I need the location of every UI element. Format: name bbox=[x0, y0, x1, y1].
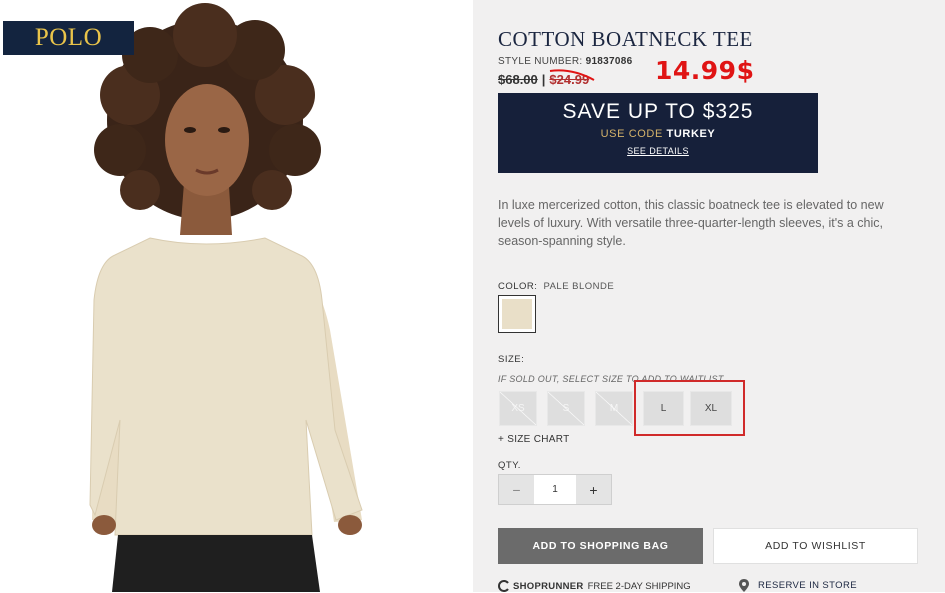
quantity-stepper: − 1 + bbox=[498, 474, 612, 505]
quantity-increase-button[interactable]: + bbox=[576, 475, 611, 504]
promo-code-line: USE CODE TURKEY bbox=[498, 128, 818, 140]
shoprunner-icon bbox=[498, 580, 509, 592]
reserve-in-store-link[interactable]: RESERVE IN STORE bbox=[738, 578, 857, 593]
face-shape bbox=[165, 84, 249, 196]
price-separator: | bbox=[541, 72, 546, 87]
color-swatch-fill bbox=[502, 299, 532, 329]
shoprunner-brand: SHOPRUNNER bbox=[513, 580, 584, 592]
product-photo: POLO bbox=[0, 0, 473, 592]
color-swatch-pale-blonde[interactable] bbox=[498, 295, 536, 333]
quantity-decrease-button[interactable]: − bbox=[499, 475, 534, 504]
color-label: COLOR: PALE BLONDE bbox=[498, 281, 614, 292]
product-description: In luxe mercerized cotton, this classic … bbox=[498, 198, 884, 248]
size-chart-link[interactable]: + SIZE CHART bbox=[498, 434, 570, 445]
promo-code: TURKEY bbox=[666, 128, 716, 140]
polo-logo: POLO bbox=[3, 21, 134, 55]
promo-headline: SAVE UP TO $325 bbox=[562, 100, 754, 123]
red-highlight-box bbox=[634, 380, 745, 436]
size-button-m[interactable]: M bbox=[595, 391, 633, 426]
original-price: $68.00 bbox=[498, 72, 538, 87]
color-label-text: COLOR: bbox=[498, 281, 538, 292]
quantity-input[interactable]: 1 bbox=[534, 475, 576, 504]
promo-banner: SAVE UP TO $325 USE CODE TURKEY SEE DETA… bbox=[498, 93, 818, 173]
color-value: PALE BLONDE bbox=[543, 281, 615, 292]
promo-code-label: USE CODE bbox=[600, 128, 663, 140]
reserve-in-store-text: RESERVE IN STORE bbox=[758, 580, 857, 591]
quantity-label: QTY. bbox=[498, 460, 521, 471]
red-strike-annotation bbox=[549, 69, 595, 81]
add-to-bag-button[interactable]: ADD TO SHOPPING BAG bbox=[498, 528, 703, 564]
see-details-link[interactable]: SEE DETAILS bbox=[498, 146, 818, 156]
shirt-shape bbox=[89, 237, 363, 536]
size-button-xs[interactable]: XS bbox=[499, 391, 537, 426]
pants-shape bbox=[112, 535, 320, 592]
shoprunner-text: FREE 2-DAY SHIPPING bbox=[587, 580, 691, 592]
shoprunner-shipping[interactable]: SHOPRUNNER FREE 2-DAY SHIPPING bbox=[498, 580, 691, 592]
size-label: SIZE: bbox=[498, 354, 525, 365]
add-to-wishlist-button[interactable]: ADD TO WISHLIST bbox=[713, 528, 918, 564]
product-title: COTTON BOATNECK TEE bbox=[498, 27, 753, 51]
size-button-s[interactable]: S bbox=[547, 391, 585, 426]
handwritten-new-price: 14.99$ bbox=[655, 56, 755, 85]
location-pin-icon bbox=[739, 579, 749, 592]
model-illustration bbox=[89, 3, 363, 592]
